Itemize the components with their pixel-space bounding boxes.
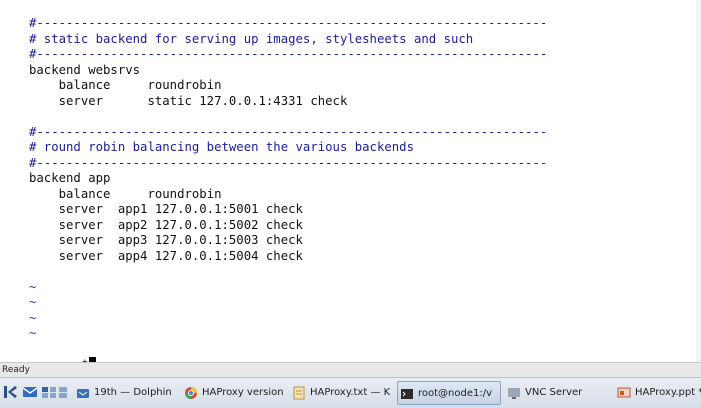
folder-icon (76, 386, 90, 400)
presentation-icon (617, 386, 631, 400)
task-label: HAProxy.txt — K (310, 387, 391, 398)
text-editor-icon (292, 386, 306, 400)
command-line[interactable]: :.,$ (29, 341, 97, 362)
vnc-icon (507, 386, 521, 400)
taskbar: 19th — Dolphin HAProxy version HAProxy.t… (0, 377, 701, 408)
code-line: server app4 127.0.0.1:5004 check (29, 249, 303, 263)
code-line: balance roundrobin (29, 78, 222, 92)
status-text: Ready (2, 365, 30, 375)
code-line: backend app (29, 171, 111, 185)
empty-line-tilde: ~ (29, 295, 37, 309)
right-gutter (696, 0, 701, 362)
task-text-editor[interactable]: HAProxy.txt — K (290, 381, 394, 405)
task-label: VNC Server (525, 387, 583, 398)
task-vnc[interactable]: VNC Server (505, 381, 609, 405)
code-line: backend websrvs (29, 63, 141, 77)
desktop-pager-icon[interactable] (41, 384, 57, 400)
separator-comment: #---------------------------------------… (29, 156, 548, 170)
task-terminal[interactable]: root@node1:/v (397, 381, 501, 405)
task-label: HAProxy version (202, 387, 284, 398)
empty-line-tilde: ~ (29, 311, 37, 325)
mail-icon[interactable] (22, 384, 38, 400)
code-line: server app3 127.0.0.1:5003 check (29, 233, 303, 247)
kde-menu-icon[interactable] (3, 384, 19, 400)
code-line: server app1 127.0.0.1:5001 check (29, 202, 303, 216)
comment-line: # round robin balancing between the vari… (29, 140, 414, 154)
code-line: server app2 127.0.0.1:5002 check (29, 218, 303, 232)
separator-comment: #---------------------------------------… (29, 16, 548, 30)
task-label: root@node1:/v (418, 388, 493, 399)
status-bar: Ready (0, 362, 701, 378)
chrome-icon (184, 386, 198, 400)
code-line: balance roundrobin (29, 187, 222, 201)
comment-line: # static backend for serving up images, … (29, 32, 474, 46)
code-line: server static 127.0.0.1:4331 check (29, 94, 348, 108)
left-gutter (0, 0, 22, 362)
empty-line-tilde: ~ (29, 326, 37, 340)
separator-comment: #---------------------------------------… (29, 125, 548, 139)
task-label: 19th — Dolphin (94, 387, 172, 398)
empty-line-tilde: ~ (29, 280, 37, 294)
task-label: HAProxy.ppt * (635, 387, 701, 398)
terminal-icon (400, 387, 414, 401)
task-presentation[interactable]: HAProxy.ppt * (615, 381, 701, 405)
task-browser[interactable]: HAProxy version (182, 381, 284, 405)
vim-editor[interactable]: #---------------------------------------… (0, 0, 701, 362)
separator-comment: #---------------------------------------… (29, 47, 548, 61)
task-dolphin[interactable]: 19th — Dolphin (74, 381, 178, 405)
desktop-pager-icon[interactable] (58, 384, 68, 400)
